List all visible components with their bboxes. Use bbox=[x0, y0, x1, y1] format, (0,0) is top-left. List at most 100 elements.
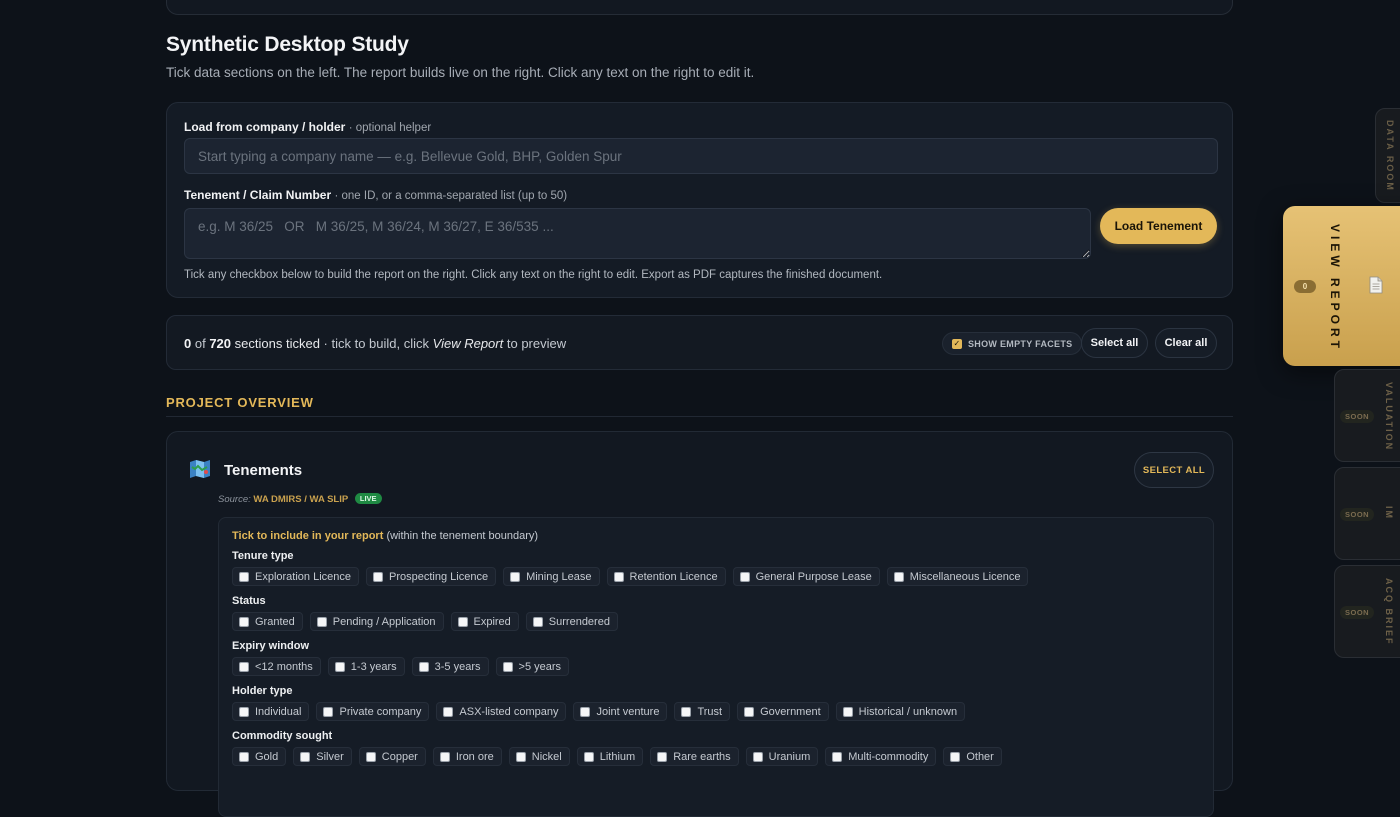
view-report-tab[interactable]: 0 VIEW REPORT bbox=[1283, 206, 1400, 366]
checkbox[interactable] bbox=[532, 616, 543, 627]
facet-option-label: Silver bbox=[316, 750, 344, 763]
facet-option-label: Miscellaneous Licence bbox=[909, 570, 1021, 583]
checkbox[interactable] bbox=[316, 616, 327, 627]
checkbox[interactable] bbox=[457, 616, 468, 627]
facet-option[interactable]: ASX-listed company bbox=[436, 702, 567, 721]
facet-option-label: Gold bbox=[255, 750, 279, 763]
checkbox[interactable] bbox=[515, 751, 526, 762]
facet-option[interactable]: 1-3 years bbox=[327, 657, 405, 676]
facet-option-label: Nickel bbox=[531, 750, 562, 763]
facet-option[interactable]: Exploration Licence bbox=[232, 567, 360, 586]
checkbox[interactable] bbox=[373, 571, 384, 582]
facet-option-row: Individual Private company ASX-listed comp… bbox=[232, 702, 966, 721]
checkbox[interactable] bbox=[502, 661, 513, 672]
tab-im-label: IM bbox=[1384, 506, 1394, 520]
facet-option-label: Granted bbox=[255, 615, 295, 628]
clear-all-button[interactable]: Clear all bbox=[1155, 328, 1217, 358]
facet-option[interactable]: Government bbox=[737, 702, 829, 721]
facet-option[interactable]: Trust bbox=[674, 702, 731, 721]
load-tenement-button[interactable]: Load Tenement bbox=[1100, 208, 1217, 244]
soon-badge: SOON bbox=[1340, 410, 1375, 423]
facet-option[interactable]: Lithium bbox=[576, 747, 644, 766]
tab-im[interactable]: SOON IM bbox=[1334, 467, 1400, 560]
facet-option[interactable]: Silver bbox=[293, 747, 352, 766]
tab-acq-brief[interactable]: SOON ACQ BRIEF bbox=[1334, 565, 1400, 658]
checkbox[interactable] bbox=[239, 661, 249, 672]
checkbox[interactable] bbox=[580, 706, 591, 717]
checkbox[interactable] bbox=[300, 751, 311, 762]
checkbox[interactable] bbox=[950, 751, 961, 762]
facet-option[interactable]: Other bbox=[943, 747, 1002, 766]
facet-option[interactable]: Multi-commodity bbox=[825, 747, 937, 766]
facet-option[interactable]: Prospecting Licence bbox=[366, 567, 497, 586]
facet-option[interactable]: 3-5 years bbox=[411, 657, 489, 676]
facet-option[interactable]: Retention Licence bbox=[606, 567, 726, 586]
facet-option[interactable]: Iron ore bbox=[432, 747, 502, 766]
page-title: Synthetic Desktop Study bbox=[166, 33, 409, 56]
checkbox[interactable] bbox=[657, 751, 668, 762]
checkbox[interactable] bbox=[418, 661, 429, 672]
checkbox[interactable] bbox=[510, 571, 521, 582]
facet-option[interactable]: Rare earths bbox=[650, 747, 739, 766]
facet-option[interactable]: Gold bbox=[232, 747, 287, 766]
checkbox[interactable] bbox=[334, 661, 345, 672]
facet-option[interactable]: Nickel bbox=[508, 747, 570, 766]
facet-option[interactable]: Pending / Application bbox=[309, 612, 444, 631]
select-all-button[interactable]: Select all bbox=[1081, 328, 1148, 358]
facet-group-label: Expiry window bbox=[232, 640, 310, 652]
checkbox[interactable] bbox=[832, 751, 843, 762]
checkbox[interactable] bbox=[842, 706, 853, 717]
facet-option[interactable]: Individual bbox=[232, 702, 310, 721]
checkbox[interactable] bbox=[752, 751, 763, 762]
tab-data-room-label: DATA ROOM bbox=[1385, 120, 1395, 192]
tab-data-room[interactable]: DATA ROOM bbox=[1375, 108, 1400, 203]
checkbox[interactable] bbox=[613, 571, 624, 582]
checkbox[interactable] bbox=[365, 751, 376, 762]
soon-badge: SOON bbox=[1340, 508, 1375, 521]
company-search-input[interactable] bbox=[184, 138, 1218, 174]
facet-option[interactable]: General Purpose Lease bbox=[732, 567, 880, 586]
checkbox[interactable] bbox=[239, 706, 249, 717]
show-empty-facets-toggle[interactable]: ✓ SHOW EMPTY FACETS bbox=[942, 332, 1083, 355]
facet-option-label: Lithium bbox=[599, 750, 636, 763]
tenements-select-all-button[interactable]: SELECT ALL bbox=[1134, 452, 1214, 488]
facet-panel: Tick to include in your report (within t… bbox=[218, 517, 1214, 817]
checkbox[interactable] bbox=[443, 706, 454, 717]
facet-option[interactable]: Historical / unknown bbox=[835, 702, 966, 721]
tab-acq-brief-label: ACQ BRIEF bbox=[1384, 578, 1394, 646]
checkbox[interactable] bbox=[239, 751, 249, 762]
facet-option[interactable]: Uranium bbox=[745, 747, 819, 766]
facet-option[interactable]: Mining Lease bbox=[503, 567, 600, 586]
checkbox[interactable] bbox=[239, 571, 249, 582]
tab-valuation-label: VALUATION bbox=[1384, 382, 1394, 452]
checkbox[interactable] bbox=[239, 616, 249, 627]
facet-option-label: 3-5 years bbox=[434, 660, 481, 673]
checkbox-checked-icon: ✓ bbox=[952, 338, 962, 349]
facet-option-label: Trust bbox=[697, 705, 723, 718]
tenement-input[interactable] bbox=[184, 208, 1091, 259]
facet-option[interactable]: Private company bbox=[316, 702, 430, 721]
facet-group-label: Tenure type bbox=[232, 550, 294, 562]
checkbox[interactable] bbox=[323, 706, 334, 717]
checkbox[interactable] bbox=[744, 706, 755, 717]
facet-option[interactable]: Joint venture bbox=[573, 702, 668, 721]
tenements-title: Tenements bbox=[224, 462, 303, 479]
tab-valuation[interactable]: SOON VALUATION bbox=[1334, 369, 1400, 462]
facet-option-label: ASX-listed company bbox=[459, 705, 559, 718]
checkbox[interactable] bbox=[739, 571, 750, 582]
facet-option[interactable]: Expired bbox=[450, 612, 519, 631]
facet-option[interactable]: Granted bbox=[232, 612, 303, 631]
checkbox[interactable] bbox=[681, 706, 692, 717]
facet-option[interactable]: Copper bbox=[358, 747, 426, 766]
checkbox[interactable] bbox=[893, 571, 904, 582]
facet-option[interactable]: <12 months bbox=[232, 657, 321, 676]
facet-option[interactable]: Miscellaneous Licence bbox=[886, 567, 1029, 586]
section-divider bbox=[166, 416, 1233, 417]
checkbox[interactable] bbox=[439, 751, 450, 762]
facet-option-label: Joint venture bbox=[596, 705, 660, 718]
selection-status-bar: 0 of 720 sections ticked · tick to build… bbox=[166, 315, 1233, 370]
facet-option[interactable]: >5 years bbox=[495, 657, 570, 676]
facet-option[interactable]: Surrendered bbox=[525, 612, 618, 631]
facet-option-label: Uranium bbox=[768, 750, 811, 763]
checkbox[interactable] bbox=[583, 751, 594, 762]
